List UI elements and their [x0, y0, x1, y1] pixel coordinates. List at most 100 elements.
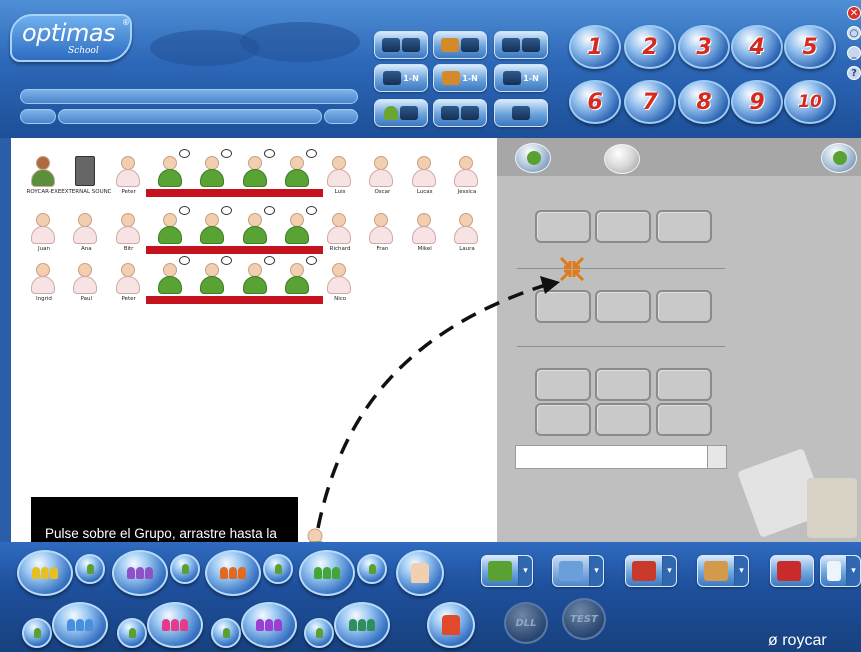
screen-icon	[559, 561, 583, 581]
group-button-7[interactable]	[241, 602, 297, 648]
student-computer[interactable]: Oscar	[361, 154, 403, 214]
group-button-4-add[interactable]	[357, 554, 387, 584]
group-slot[interactable]	[595, 210, 651, 243]
group-slot[interactable]	[656, 290, 712, 323]
group-slot[interactable]	[535, 368, 591, 401]
student-computer[interactable]	[145, 256, 196, 321]
student-computer[interactable]: Laura	[446, 211, 488, 271]
camera-button[interactable]	[770, 555, 814, 587]
group-button-7-add[interactable]	[211, 618, 241, 648]
block-button[interactable]: ▾	[625, 555, 677, 587]
test-button[interactable]: TEST	[562, 598, 606, 640]
group-name-input[interactable]	[515, 445, 709, 469]
dropdown-arrow[interactable]: ▾	[518, 556, 532, 586]
number-button-1[interactable]: 1	[569, 25, 621, 69]
number-button-10[interactable]: 10	[784, 80, 836, 124]
student-computer[interactable]: Ingrid	[23, 261, 65, 321]
group-slot[interactable]	[656, 210, 712, 243]
group-slot[interactable]	[535, 403, 591, 436]
student-body-icon	[327, 226, 352, 244]
monitor-film-icon	[461, 38, 479, 52]
next-arrow-button[interactable]	[821, 143, 857, 173]
dropdown-arrow[interactable]: ▾	[846, 556, 860, 586]
group-students-button[interactable]: ▾	[481, 555, 533, 587]
number-button-9[interactable]: 9	[731, 80, 783, 124]
number-button-6[interactable]: 6	[569, 80, 621, 124]
student-computer[interactable]	[188, 256, 239, 321]
group-button-5-add[interactable]	[22, 618, 52, 648]
class-view-button[interactable]: ▾	[697, 555, 749, 587]
all-students-button[interactable]	[396, 550, 444, 596]
student-computer[interactable]: EXTERNAL SOUND	[61, 154, 111, 214]
minimize-button[interactable]: _	[847, 46, 861, 60]
group-button-3[interactable]	[205, 550, 261, 596]
video-broadcast-button[interactable]	[494, 31, 548, 59]
group-name-button[interactable]	[707, 445, 727, 469]
group-button-6-add[interactable]	[117, 618, 147, 648]
group-slot[interactable]	[535, 210, 591, 243]
help-request-button[interactable]	[427, 602, 475, 648]
student-monitor-button[interactable]	[374, 99, 428, 127]
student-computer[interactable]	[188, 149, 239, 214]
dropdown-arrow[interactable]: ▾	[589, 556, 603, 586]
grid-options-button[interactable]: ▾	[820, 555, 861, 587]
dropdown-arrow[interactable]: ▾	[734, 556, 748, 586]
group-slot[interactable]	[656, 368, 712, 401]
group-button-4[interactable]	[299, 550, 355, 596]
number-button-2[interactable]: 2	[624, 25, 676, 69]
student-computer[interactable]: Luis	[319, 154, 361, 214]
remote-control-button[interactable]	[494, 99, 548, 127]
group-button-5[interactable]	[52, 602, 108, 648]
copy-tools-button[interactable]: 1-N	[494, 64, 548, 92]
group-button-6[interactable]	[147, 602, 203, 648]
group-button-3-add[interactable]	[263, 554, 293, 584]
student-computer[interactable]	[145, 149, 196, 214]
student-computer[interactable]: Paul	[65, 261, 107, 321]
group-slot[interactable]	[595, 403, 651, 436]
copy-cd-button[interactable]: 1-N	[374, 64, 428, 92]
student-computer[interactable]	[272, 149, 323, 214]
broadcast-screen-button[interactable]	[433, 31, 487, 59]
student-computer[interactable]	[230, 256, 281, 321]
teacher-monitor-button[interactable]	[433, 99, 487, 127]
copy-folder-button[interactable]: 1-N	[433, 64, 487, 92]
group-slot[interactable]	[595, 368, 651, 401]
student-computer[interactable]: Peter	[108, 154, 150, 214]
student-computer[interactable]	[230, 149, 281, 214]
group-tab-button[interactable]	[515, 143, 551, 173]
group-button-1-add[interactable]	[75, 554, 105, 584]
student-computer[interactable]	[272, 256, 323, 321]
group-drop-zone[interactable]	[497, 138, 861, 542]
number-button-5[interactable]: 5	[784, 25, 836, 69]
student-computer[interactable]: ROYCAR-EXE	[23, 154, 65, 214]
number-button-4[interactable]: 4	[731, 25, 783, 69]
monitor-film-icon	[522, 38, 540, 52]
student-computer[interactable]: Jessica	[446, 154, 488, 214]
close-button[interactable]: ✕	[847, 6, 861, 20]
screen-button[interactable]: ▾	[552, 555, 604, 587]
group-view-button[interactable]	[604, 144, 640, 174]
student-computer[interactable]: Mikel	[404, 211, 446, 271]
view-screens-button[interactable]	[374, 31, 428, 59]
student-avatar-icon	[374, 213, 389, 227]
group-button-8-add[interactable]	[304, 618, 334, 648]
group-button-2[interactable]	[112, 550, 168, 596]
number-button-3[interactable]: 3	[678, 25, 730, 69]
number-button-7[interactable]: 7	[624, 80, 676, 124]
number-button-8[interactable]: 8	[678, 80, 730, 124]
student-computer[interactable]: Peter	[108, 261, 150, 321]
group-button-2-add[interactable]	[170, 554, 200, 584]
dropdown-arrow[interactable]: ▾	[662, 556, 676, 586]
number-label: 3	[696, 34, 712, 60]
student-computer[interactable]: Fran	[361, 211, 403, 271]
dll-button[interactable]: DLL	[504, 602, 548, 644]
group-slot[interactable]	[595, 290, 651, 323]
group-button-1[interactable]	[17, 550, 73, 596]
student-computer[interactable]: Lucas	[404, 154, 446, 214]
group-slot[interactable]	[656, 403, 712, 436]
restore-button[interactable]: ○	[847, 26, 861, 40]
student-computer[interactable]: Nico	[319, 261, 361, 321]
group-button-8[interactable]	[334, 602, 390, 648]
help-button[interactable]: ?	[847, 66, 861, 80]
group-slot[interactable]	[535, 290, 591, 323]
